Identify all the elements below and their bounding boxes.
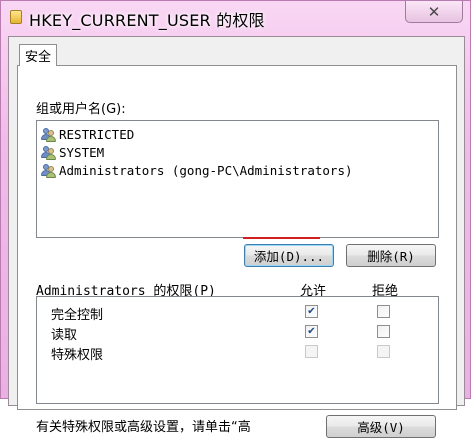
tab-security-label: 安全 (24, 50, 51, 65)
deny-checkbox[interactable] (377, 325, 390, 338)
advanced-hint-text: 有关特殊权限或高级设置，请单击“高 (36, 420, 251, 435)
groups-label: 组或用户名(G): (36, 102, 126, 117)
list-item-label: Administrators (gong-PC\Administrators) (59, 163, 353, 178)
advanced-button[interactable]: 高级(V) (326, 415, 436, 438)
permissions-list: 完全控制 ✔ 读取 ✔ 特殊权限 (36, 296, 439, 404)
allow-checkbox[interactable]: ✔ (305, 325, 318, 338)
title-bar[interactable]: HKEY_CURRENT_USER 的权限 ✕ (1, 1, 470, 35)
permission-row-read: 读取 ✔ (37, 322, 438, 343)
user-group-list[interactable]: RESTRICTED SYSTEM Administrators (gong-P… (36, 120, 439, 238)
checkmark-icon: ✔ (307, 325, 316, 337)
permission-label: 特殊权限 (51, 348, 104, 363)
permission-row-special: 特殊权限 (37, 342, 438, 363)
permission-label: 完全控制 (51, 308, 104, 323)
user-group-icon (41, 145, 57, 160)
list-item[interactable]: Administrators (gong-PC\Administrators) (41, 162, 353, 179)
window-title: HKEY_CURRENT_USER 的权限 (29, 11, 265, 30)
security-tab-panel: 组或用户名(G): RESTRICTED SYSTEM Administrato… (17, 65, 457, 438)
list-item-label: RESTRICTED (59, 127, 135, 142)
tab-security[interactable]: 安全 (19, 44, 57, 66)
remove-button[interactable]: 删除(R) (346, 244, 436, 267)
permission-label: 读取 (51, 328, 78, 343)
deny-checkbox (377, 345, 390, 358)
list-item-label: SYSTEM (59, 145, 105, 160)
permissions-dialog: HKEY_CURRENT_USER 的权限 ✕ 安全 组或用户名(G): RES… (0, 0, 471, 438)
dialog-client-area: 安全 组或用户名(G): RESTRICTED SYSTEM Administr… (8, 36, 465, 438)
add-button[interactable]: 添加(D)... (244, 244, 334, 267)
list-item[interactable]: SYSTEM (41, 144, 104, 161)
user-group-icon (41, 127, 57, 142)
allow-checkbox (305, 345, 318, 358)
folder-icon (10, 10, 22, 24)
highlight-underline (243, 237, 320, 239)
permission-row-full-control: 完全控制 ✔ (37, 302, 438, 323)
close-button[interactable]: ✕ (405, 1, 463, 23)
user-group-icon (41, 163, 57, 178)
close-icon: ✕ (427, 2, 441, 21)
list-item[interactable]: RESTRICTED (41, 126, 134, 143)
deny-checkbox[interactable] (377, 305, 390, 318)
allow-checkbox[interactable]: ✔ (305, 305, 318, 318)
checkmark-icon: ✔ (307, 305, 316, 317)
